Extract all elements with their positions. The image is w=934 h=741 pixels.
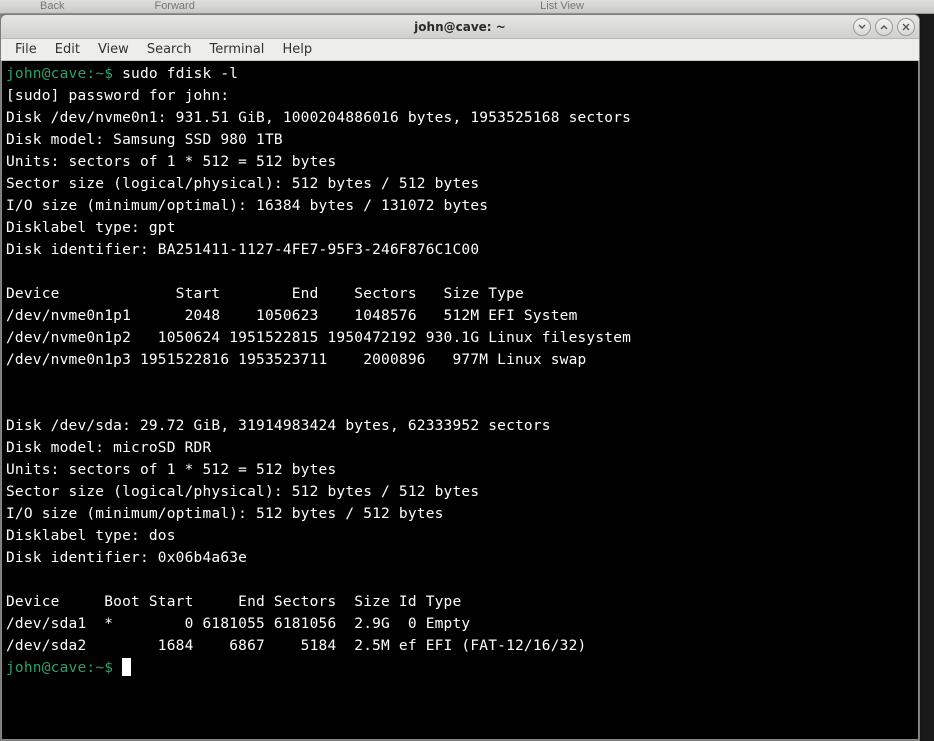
prompt-line-1: john@cave:~$ sudo fdisk -l bbox=[6, 63, 914, 85]
minimize-icon bbox=[858, 23, 866, 31]
disk2-line7: Disk identifier: 0x06b4a63e bbox=[6, 547, 914, 569]
close-button[interactable] bbox=[897, 18, 915, 36]
disk1-part2: /dev/nvme0n1p2 1050624 1951522815 195047… bbox=[6, 327, 914, 349]
blank-4 bbox=[6, 569, 914, 591]
prompt-userhost: john@cave bbox=[6, 66, 86, 82]
disk2-line3: Units: sectors of 1 * 512 = 512 bytes bbox=[6, 459, 914, 481]
titlebar[interactable]: john@cave: ~ bbox=[1, 15, 919, 39]
disk1-line2: Disk model: Samsung SSD 980 1TB bbox=[6, 129, 914, 151]
disk1-line5: I/O size (minimum/optimal): 16384 bytes … bbox=[6, 195, 914, 217]
prompt-path: ~ bbox=[95, 66, 104, 82]
prompt-dollar: $ bbox=[104, 66, 122, 82]
prompt-line-2: john@cave:~$ bbox=[6, 657, 914, 679]
menu-terminal[interactable]: Terminal bbox=[201, 40, 272, 59]
disk1-line7: Disk identifier: BA251411-1127-4FE7-95F3… bbox=[6, 239, 914, 261]
disk2-part1: /dev/sda1 * 0 6181055 6181056 2.9G 0 Emp… bbox=[6, 613, 914, 635]
disk1-part3: /dev/nvme0n1p3 1951522816 1953523711 200… bbox=[6, 349, 914, 371]
cursor bbox=[122, 658, 131, 676]
background-toolbar: Back Forward List View bbox=[0, 0, 934, 14]
maximize-icon bbox=[880, 23, 888, 31]
terminal-area[interactable]: john@cave:~$ sudo fdisk -l [sudo] passwo… bbox=[1, 61, 919, 740]
disk2-line1: Disk /dev/sda: 29.72 GiB, 31914983424 by… bbox=[6, 415, 914, 437]
disk2-header: Device Boot Start End Sectors Size Id Ty… bbox=[6, 591, 914, 613]
disk2-part2: /dev/sda2 1684 6867 5184 2.5M ef EFI (FA… bbox=[6, 635, 914, 657]
sudo-line: [sudo] password for john: bbox=[6, 85, 914, 107]
disk1-part1: /dev/nvme0n1p1 2048 1050623 1048576 512M… bbox=[6, 305, 914, 327]
window-title: john@cave: ~ bbox=[414, 20, 506, 34]
bg-listview-label: List View bbox=[540, 0, 584, 12]
bg-forward-label: Forward bbox=[154, 0, 194, 12]
disk2-line2: Disk model: microSD RDR bbox=[6, 437, 914, 459]
minimize-button[interactable] bbox=[853, 18, 871, 36]
disk1-line6: Disklabel type: gpt bbox=[6, 217, 914, 239]
bg-back-label: Back bbox=[40, 0, 64, 12]
terminal-window: john@cave: ~ File Edit View Search Termi… bbox=[0, 14, 920, 741]
menu-help[interactable]: Help bbox=[274, 40, 320, 59]
blank-1 bbox=[6, 261, 914, 283]
prompt-colon-2: : bbox=[86, 660, 95, 676]
menu-file[interactable]: File bbox=[7, 40, 45, 59]
disk1-header: Device Start End Sectors Size Type bbox=[6, 283, 914, 305]
close-icon bbox=[902, 23, 910, 31]
command-1: sudo fdisk -l bbox=[122, 66, 238, 82]
menu-search[interactable]: Search bbox=[139, 40, 200, 59]
menu-edit[interactable]: Edit bbox=[47, 40, 88, 59]
disk2-line6: Disklabel type: dos bbox=[6, 525, 914, 547]
disk2-line5: I/O size (minimum/optimal): 512 bytes / … bbox=[6, 503, 914, 525]
menu-view[interactable]: View bbox=[90, 40, 137, 59]
blank-2 bbox=[6, 371, 914, 393]
disk1-line1: Disk /dev/nvme0n1: 931.51 GiB, 100020488… bbox=[6, 107, 914, 129]
blank-3 bbox=[6, 393, 914, 415]
disk1-line3: Units: sectors of 1 * 512 = 512 bytes bbox=[6, 151, 914, 173]
window-buttons bbox=[853, 18, 915, 36]
maximize-button[interactable] bbox=[875, 18, 893, 36]
menubar: File Edit View Search Terminal Help bbox=[1, 39, 919, 61]
disk2-line4: Sector size (logical/physical): 512 byte… bbox=[6, 481, 914, 503]
prompt-colon: : bbox=[86, 66, 95, 82]
disk1-line4: Sector size (logical/physical): 512 byte… bbox=[6, 173, 914, 195]
prompt-path-2: ~ bbox=[95, 660, 104, 676]
prompt-userhost-2: john@cave bbox=[6, 660, 86, 676]
prompt-dollar-2: $ bbox=[104, 660, 122, 676]
